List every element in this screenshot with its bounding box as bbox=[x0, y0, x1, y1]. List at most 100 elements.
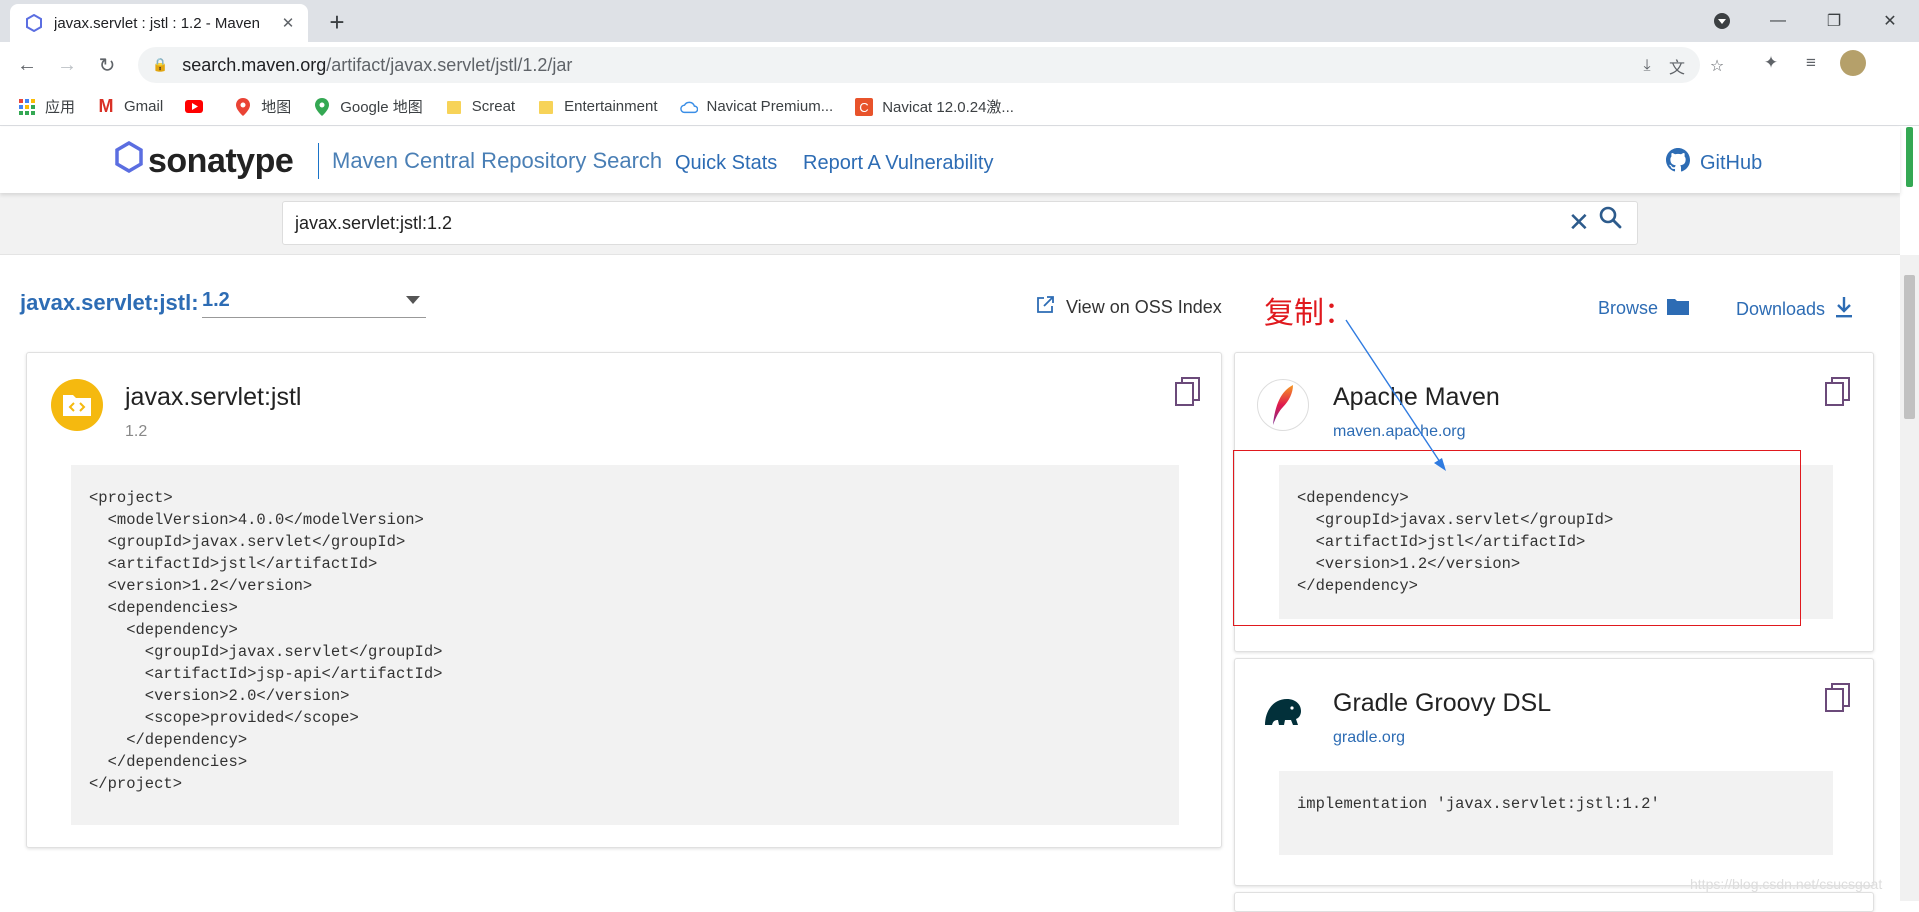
page-scrollbar[interactable] bbox=[1900, 255, 1919, 901]
bookmark-maps[interactable]: 地图 bbox=[234, 96, 291, 117]
apps-grid-icon bbox=[18, 98, 36, 116]
folder-icon bbox=[537, 98, 555, 116]
pom-card: javax.servlet:jstl 1.2 <project> <modelV… bbox=[26, 352, 1222, 848]
bookmark-label: Google 地图 bbox=[340, 99, 423, 116]
maven-title: Apache Maven bbox=[1333, 383, 1500, 411]
search-value: javax.servlet:jstl:1.2 bbox=[295, 212, 453, 233]
next-card bbox=[1234, 892, 1874, 912]
bookmark-gmail[interactable]: M Gmail bbox=[97, 96, 164, 116]
gmail-icon: M bbox=[98, 96, 114, 116]
bookmark-label: Navicat 12.0.24激... bbox=[882, 99, 1014, 116]
version-value: 1.2 bbox=[202, 289, 230, 311]
pom-code-block[interactable]: <project> <modelVersion>4.0.0</modelVers… bbox=[71, 465, 1179, 825]
copy-annotation: 复制： bbox=[1264, 297, 1354, 330]
pom-title: javax.servlet:jstl bbox=[125, 383, 302, 411]
sonatype-favicon-icon bbox=[24, 13, 44, 33]
copy-icon[interactable] bbox=[1825, 377, 1851, 407]
gradle-title: Gradle Groovy DSL bbox=[1333, 689, 1552, 717]
profile-avatar[interactable] bbox=[1838, 48, 1868, 78]
highlight-box bbox=[1233, 450, 1801, 626]
code-folder-icon bbox=[51, 379, 103, 431]
pom-version: 1.2 bbox=[125, 423, 148, 440]
media-icon[interactable]: ≡ bbox=[1796, 48, 1826, 78]
restore-button[interactable]: ❐ bbox=[1806, 0, 1862, 42]
copy-icon[interactable] bbox=[1175, 377, 1201, 407]
bookmark-star-icon[interactable]: ☆ bbox=[1704, 53, 1730, 79]
gradle-site-link[interactable]: gradle.org bbox=[1333, 729, 1405, 747]
gradle-elephant-icon bbox=[1257, 685, 1309, 737]
bookmark-screat[interactable]: Screat bbox=[445, 98, 515, 116]
tab-title: javax.servlet : jstl : 1.2 - Maven bbox=[54, 14, 260, 32]
gradle-card: Gradle Groovy DSL gradle.org implementat… bbox=[1234, 658, 1874, 886]
maps-pin-icon bbox=[234, 97, 252, 116]
version-select[interactable]: 1.2 bbox=[202, 284, 426, 318]
github-icon bbox=[1666, 148, 1691, 178]
folder-icon bbox=[1666, 296, 1690, 321]
scrollbar-thumb[interactable] bbox=[1904, 275, 1915, 419]
forward-button[interactable]: → bbox=[52, 50, 82, 80]
nav-report-vulnerability[interactable]: Report A Vulnerability bbox=[803, 152, 993, 175]
search-icon[interactable] bbox=[1598, 205, 1622, 234]
bookmark-navicat-12[interactable]: C Navicat 12.0.24激... bbox=[855, 96, 1014, 117]
watermark: https://blog.csdn.net/csucsgoat bbox=[1690, 876, 1883, 892]
apache-feather-icon bbox=[1257, 379, 1309, 431]
search-band: javax.servlet:jstl:1.2 ✕ bbox=[0, 193, 1900, 255]
header-scrollbar[interactable] bbox=[1900, 127, 1919, 187]
download-icon bbox=[1835, 296, 1853, 323]
artifact-label: javax.servlet:jstl: bbox=[20, 290, 199, 315]
copy-icon[interactable] bbox=[1825, 683, 1851, 713]
repo-title[interactable]: Maven Central Repository Search bbox=[332, 148, 662, 174]
browse-label: Browse bbox=[1598, 298, 1659, 318]
maps-pin-icon bbox=[313, 97, 331, 116]
lock-icon: 🔒 bbox=[152, 57, 169, 72]
github-label: GitHub bbox=[1700, 151, 1763, 174]
back-button[interactable]: ← bbox=[12, 50, 42, 80]
url-path: /artifact/javax.servlet/jstl/1.2/jar bbox=[326, 54, 573, 75]
youtube-icon bbox=[185, 98, 204, 116]
new-tab-button[interactable]: + bbox=[322, 7, 352, 37]
bookmark-navicat-premium[interactable]: Navicat Premium... bbox=[679, 98, 834, 116]
navicat-icon: C bbox=[855, 97, 874, 116]
url-host: search.maven.org bbox=[182, 54, 327, 75]
address-bar[interactable]: 🔒 search.maven.org/artifact/javax.servle… bbox=[138, 47, 1724, 83]
bookmark-apps[interactable]: 应用 bbox=[18, 96, 75, 117]
bookmark-youtube[interactable] bbox=[185, 98, 212, 116]
clear-search-icon[interactable]: ✕ bbox=[1568, 207, 1590, 238]
logo-divider bbox=[318, 143, 319, 179]
sonatype-logo[interactable]: sonatype bbox=[114, 140, 294, 182]
browser-tab[interactable]: javax.servlet : jstl : 1.2 - Maven ✕ bbox=[10, 4, 308, 42]
folder-icon bbox=[445, 98, 463, 116]
bookmark-label: 地图 bbox=[261, 99, 292, 116]
view-oss-index-link[interactable]: View on OSS Index bbox=[1036, 296, 1222, 319]
github-link[interactable]: GitHub bbox=[1666, 148, 1762, 178]
translate-icon[interactable]: 文 bbox=[1664, 53, 1690, 79]
minimize-button[interactable]: — bbox=[1750, 0, 1806, 42]
bookmark-label: Gmail bbox=[124, 98, 164, 115]
external-link-icon bbox=[1036, 296, 1054, 319]
bookmark-entertainment[interactable]: Entertainment bbox=[537, 98, 658, 116]
tab-close-icon[interactable]: ✕ bbox=[278, 13, 298, 33]
maven-site-link[interactable]: maven.apache.org bbox=[1333, 423, 1466, 441]
extensions-icon[interactable]: ✦ bbox=[1756, 48, 1786, 78]
tab-search-icon[interactable] bbox=[1694, 0, 1750, 42]
search-input[interactable]: javax.servlet:jstl:1.2 bbox=[282, 201, 1638, 245]
bookmark-label: Screat bbox=[471, 98, 516, 115]
bookmarks-bar: 应用 M Gmail 地图 Google 地图 Screat Entertain… bbox=[0, 88, 1919, 126]
downloads-link[interactable]: Downloads bbox=[1736, 296, 1853, 323]
cloud-icon bbox=[679, 98, 698, 116]
window-close-button[interactable]: ✕ bbox=[1862, 0, 1918, 42]
bookmark-label: Entertainment bbox=[564, 98, 658, 115]
browse-link[interactable]: Browse bbox=[1598, 296, 1690, 321]
gradle-code-block[interactable]: implementation 'javax.servlet:jstl:1.2' bbox=[1279, 771, 1833, 855]
install-icon[interactable]: ⤓ bbox=[1634, 53, 1660, 79]
bookmark-label: Navicat Premium... bbox=[706, 98, 834, 115]
bookmark-google-maps[interactable]: Google 地图 bbox=[313, 96, 423, 117]
tab-strip: javax.servlet : jstl : 1.2 - Maven ✕ + —… bbox=[0, 0, 1919, 42]
site-header: sonatype Maven Central Repository Search… bbox=[0, 127, 1900, 193]
chevron-down-icon bbox=[406, 296, 420, 304]
sonatype-hex-icon bbox=[114, 140, 144, 182]
bookmark-label: 应用 bbox=[45, 99, 76, 116]
nav-quick-stats[interactable]: Quick Stats bbox=[675, 152, 777, 175]
reload-button[interactable]: ↻ bbox=[92, 50, 122, 80]
browser-toolbar: ← → ↻ 🔒 search.maven.org/artifact/javax.… bbox=[0, 42, 1919, 88]
